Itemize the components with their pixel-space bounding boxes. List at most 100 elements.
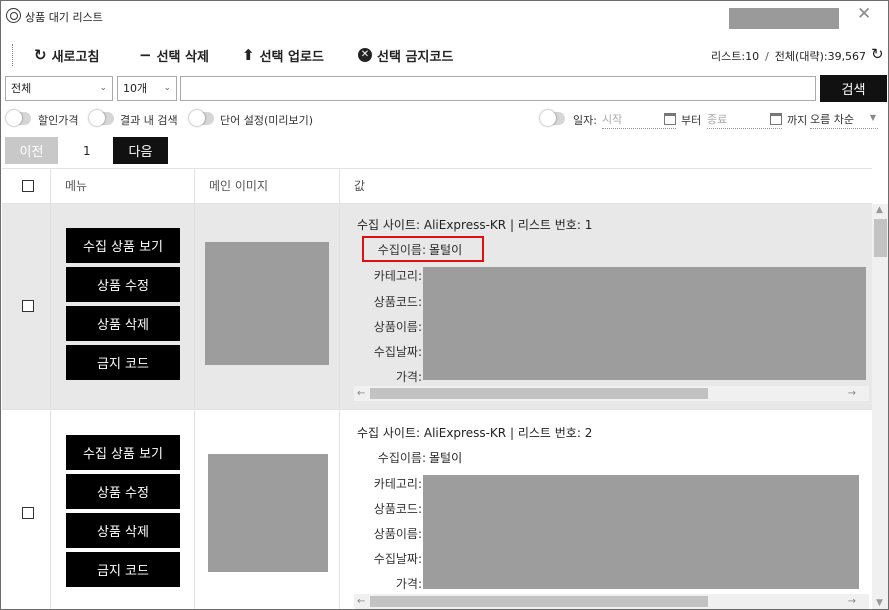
- search-button[interactable]: 검색: [820, 75, 887, 102]
- search-input[interactable]: [180, 76, 816, 101]
- column-divider: [339, 204, 340, 409]
- category-label: 카테고리:: [373, 477, 422, 491]
- redacted-values: [423, 267, 866, 380]
- column-divider: [339, 169, 340, 203]
- row-checkbox[interactable]: [22, 507, 34, 519]
- scroll-right-icon[interactable]: →: [848, 386, 856, 401]
- sort-order-select[interactable]: 오름 차순 ▼: [810, 111, 878, 129]
- scrollbar-thumb[interactable]: [874, 219, 887, 257]
- upload-selected-button[interactable]: ⬆ 선택 업로드: [242, 45, 324, 65]
- ban-code-selected-button[interactable]: ✕ 선택 금지코드: [358, 46, 453, 65]
- ban-code-button[interactable]: 금지 코드: [66, 345, 180, 380]
- collector-value: 몰털이: [429, 451, 463, 465]
- current-page: 1: [83, 144, 91, 158]
- scroll-down-icon[interactable]: ▼: [876, 598, 883, 608]
- end-date-placeholder: 종료: [707, 113, 728, 126]
- toolbar: ↻ 새로고침 − 선택 삭제 ⬆ 선택 업로드 ✕ 선택 금지코드 리스트:10…: [1, 39, 888, 71]
- calendar-icon[interactable]: [770, 113, 782, 125]
- column-divider: [50, 410, 51, 609]
- scroll-right-icon[interactable]: →: [848, 594, 856, 609]
- category-label: 카테고리:: [373, 269, 422, 283]
- edit-product-button[interactable]: 상품 수정: [66, 474, 180, 509]
- date-label: 일자:: [573, 114, 597, 127]
- delete-product-button[interactable]: 상품 삭제: [66, 513, 180, 548]
- site-info: 수집 사이트: AliExpress-KR | 리스트 번호: 2: [357, 426, 593, 440]
- list-count: 리스트:10: [711, 50, 760, 63]
- delete-selected-label: 선택 삭제: [156, 49, 209, 65]
- scroll-left-icon[interactable]: ←: [357, 594, 365, 609]
- vertical-scrollbar[interactable]: ▲ ▼: [872, 204, 888, 609]
- prev-page-button[interactable]: 이전: [5, 137, 58, 164]
- date-filter-toggle[interactable]: [540, 110, 565, 126]
- until-label: 까지: [787, 114, 808, 127]
- next-page-button[interactable]: 다음: [113, 137, 168, 164]
- table-header: 메뉴 메인 이미지 값: [2, 168, 872, 204]
- collector-label: 수집이름:: [377, 451, 426, 465]
- scroll-left-icon[interactable]: ←: [357, 386, 365, 401]
- column-divider: [339, 410, 340, 609]
- table-row[interactable]: 수집 상품 보기 상품 수정 상품 삭제 금지 코드 수집 사이트: AliEx…: [2, 409, 872, 609]
- in-result-search-label: 결과 내 검색: [120, 114, 178, 127]
- ban-code-button[interactable]: 금지 코드: [66, 552, 180, 587]
- price-label: 가격:: [395, 370, 422, 384]
- column-header-value: 값: [354, 179, 366, 193]
- collect-date-label: 수집날짜:: [373, 345, 422, 359]
- category-select[interactable]: 전체 ⌄: [5, 76, 113, 101]
- view-collected-product-button[interactable]: 수집 상품 보기: [66, 228, 180, 263]
- reload-count-icon[interactable]: ↻: [871, 45, 884, 63]
- minus-icon: −: [139, 45, 152, 64]
- scroll-up-icon[interactable]: ▲: [876, 205, 883, 215]
- product-thumbnail: [208, 454, 328, 572]
- column-divider: [50, 169, 51, 203]
- horizontal-scrollbar[interactable]: ← →: [354, 594, 869, 609]
- discount-label: 할인가격: [38, 114, 79, 127]
- total-count: 전체(대략):39,567: [774, 50, 867, 63]
- product-code-label: 상품코드:: [373, 295, 422, 309]
- page-size-value: 10개: [123, 82, 148, 95]
- calendar-icon[interactable]: [664, 113, 676, 125]
- upload-icon: ⬆: [242, 45, 255, 64]
- from-label: 부터: [681, 114, 702, 127]
- column-divider: [194, 169, 195, 203]
- column-header-menu: 메뉴: [65, 179, 88, 193]
- table-row[interactable]: 수집 상품 보기 상품 수정 상품 삭제 금지 코드 수집 사이트: AliEx…: [2, 204, 872, 409]
- chevron-down-icon: ⌄: [99, 83, 107, 93]
- delete-product-button[interactable]: 상품 삭제: [66, 306, 180, 341]
- refresh-button[interactable]: ↻ 새로고침: [34, 45, 100, 65]
- product-thumbnail: [205, 242, 329, 365]
- toolbar-grip: [12, 44, 13, 66]
- price-label: 가격:: [395, 577, 422, 591]
- product-code-label: 상품코드:: [373, 502, 422, 516]
- redacted-area: [729, 8, 839, 29]
- horizontal-scrollbar[interactable]: ← →: [354, 386, 869, 401]
- upload-selected-label: 선택 업로드: [259, 49, 324, 65]
- column-divider: [194, 204, 195, 409]
- start-date-placeholder: 시작: [602, 113, 623, 126]
- row-checkbox[interactable]: [22, 300, 34, 312]
- edit-product-button[interactable]: 상품 수정: [66, 267, 180, 302]
- product-name-label: 상품이름:: [373, 527, 422, 541]
- refresh-label: 새로고침: [51, 49, 100, 65]
- page-size-select[interactable]: 10개 ⌄: [117, 76, 177, 101]
- select-all-checkbox[interactable]: [22, 180, 34, 192]
- refresh-icon: ↻: [34, 45, 47, 64]
- collect-date-label: 수집날짜:: [373, 552, 422, 566]
- close-icon[interactable]: ✕: [857, 6, 871, 23]
- word-setting-toggle[interactable]: [189, 110, 214, 126]
- word-setting-label: 단어 설정(미리보기): [220, 114, 314, 127]
- category-select-value: 전체: [11, 82, 32, 95]
- site-info: 수집 사이트: AliExpress-KR | 리스트 번호: 1: [357, 218, 593, 232]
- scrollbar-thumb[interactable]: [370, 596, 708, 607]
- in-result-search-toggle[interactable]: [89, 110, 114, 126]
- circle-x-icon: ✕: [358, 48, 372, 62]
- count-summary: 리스트:10/전체(대략):39,567: [711, 50, 867, 63]
- delete-selected-button[interactable]: − 선택 삭제: [139, 45, 209, 65]
- discount-toggle[interactable]: [6, 110, 31, 126]
- scrollbar-thumb[interactable]: [370, 388, 708, 399]
- collector-value: 몰털이: [429, 243, 463, 257]
- window-title: 상품 대기 리스트: [25, 11, 103, 24]
- column-header-image: 메인 이미지: [209, 179, 269, 193]
- collector-label: 수집이름:: [377, 243, 426, 257]
- view-collected-product-button[interactable]: 수집 상품 보기: [66, 435, 180, 470]
- chevron-down-icon: ⌄: [163, 83, 171, 93]
